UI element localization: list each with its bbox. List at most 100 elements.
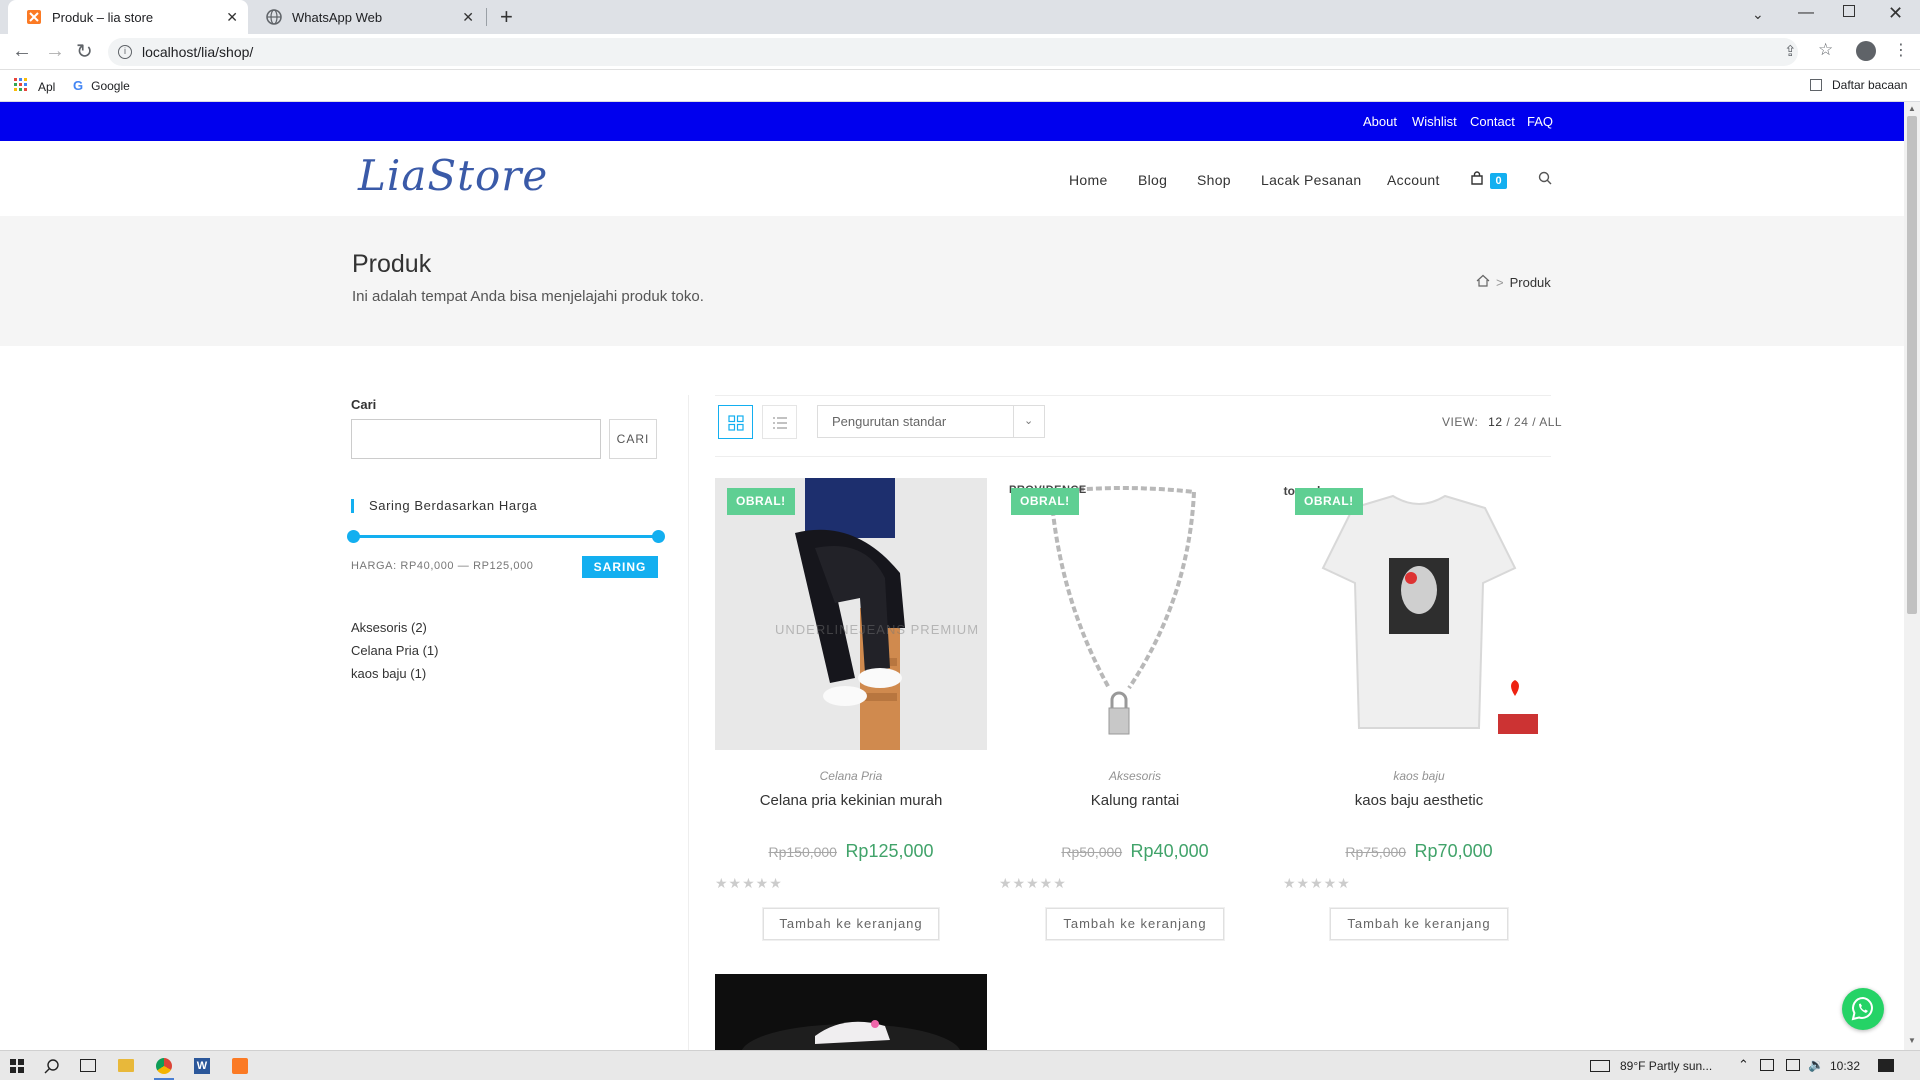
nav-blog[interactable]: Blog [1138, 172, 1167, 188]
scrollbar-thumb[interactable] [1907, 116, 1917, 614]
add-to-cart-button[interactable]: Tambah ke keranjang [763, 908, 939, 940]
site-header: LiaStore Home Blog Shop Lacak Pesanan Ac… [0, 141, 1904, 216]
product-name[interactable]: Kalung rantai [999, 792, 1271, 809]
tray-chevron-up-icon[interactable]: ⌃ [1738, 1057, 1749, 1073]
profile-avatar-icon[interactable] [1856, 41, 1876, 61]
home-icon[interactable] [1476, 274, 1490, 290]
price-slider-min-handle[interactable] [347, 530, 360, 543]
nav-home[interactable]: Home [1069, 172, 1108, 188]
category-item-kaos-baju[interactable]: kaos baju (1) [351, 666, 426, 681]
address-bar[interactable]: i localhost/lia/shop/ [108, 38, 1798, 66]
task-view-icon[interactable] [80, 1059, 96, 1072]
view-option-all[interactable]: ALL [1539, 415, 1562, 429]
product-image-sepatu[interactable] [715, 974, 987, 1050]
windows-taskbar: W 89°F Partly sun... ⌃ 🔉 10:32 [0, 1050, 1920, 1080]
price-slider-track [353, 535, 659, 538]
display-icon[interactable] [1786, 1059, 1800, 1071]
product-image-celana[interactable]: UNDERLINEJEANS PREMIUM OBRAL! [715, 478, 987, 750]
top-link-faq[interactable]: FAQ [1527, 114, 1553, 129]
category-name: Celana Pria [351, 643, 419, 658]
word-icon[interactable]: W [194, 1058, 210, 1074]
nav-lacak-pesanan[interactable]: Lacak Pesanan [1261, 172, 1361, 188]
tab-title: Produk – lia store [52, 9, 154, 25]
cart-count-badge: 0 [1490, 173, 1507, 189]
clock-time[interactable]: 10:32 [1830, 1059, 1860, 1073]
web-page: About Wishlist Contact FAQ LiaStore Home… [0, 102, 1904, 1050]
bookmark-apps[interactable]: Apl [14, 78, 55, 95]
menu-dots-icon[interactable]: ⋮ [1893, 40, 1909, 60]
top-link-about[interactable]: About [1363, 114, 1397, 129]
scroll-down-icon[interactable]: ▼ [1908, 1036, 1916, 1045]
xampp-icon[interactable] [232, 1058, 248, 1074]
restore-icon[interactable] [1843, 5, 1855, 17]
search-icon[interactable] [44, 1058, 60, 1077]
nav-shop[interactable]: Shop [1197, 172, 1231, 188]
search-button[interactable]: CARI [609, 419, 657, 459]
minimize-icon[interactable]: — [1798, 4, 1814, 22]
grid-view-button[interactable] [718, 405, 753, 439]
whatsapp-chat-button[interactable] [1842, 988, 1884, 1030]
product-name[interactable]: kaos baju aesthetic [1283, 792, 1555, 809]
tab-search-chevron-icon[interactable]: ⌄ [1752, 6, 1764, 23]
category-name: kaos baju [351, 666, 407, 681]
product-image-kalung[interactable]: PROVIDENCE OBRAL! [999, 478, 1271, 750]
price-slider-max-handle[interactable] [652, 530, 665, 543]
sidebar-search-input[interactable] [351, 419, 601, 459]
file-explorer-icon[interactable] [118, 1059, 134, 1072]
close-tab-icon[interactable]: ✕ [462, 9, 474, 26]
back-icon[interactable]: ← [12, 40, 32, 63]
shopping-bag-icon [1470, 171, 1484, 189]
notification-icon[interactable] [1878, 1059, 1894, 1072]
info-icon[interactable]: i [118, 45, 132, 59]
network-icon[interactable] [1760, 1059, 1774, 1071]
forward-icon[interactable]: → [45, 40, 65, 63]
cart-button[interactable]: 0 [1470, 171, 1507, 190]
search-icon[interactable] [1538, 171, 1552, 190]
filter-button[interactable]: SARING [582, 556, 658, 578]
chrome-icon[interactable] [156, 1058, 172, 1074]
windows-start-icon[interactable] [10, 1059, 24, 1076]
old-price: Rp150,000 [768, 844, 837, 860]
close-tab-icon[interactable]: ✕ [226, 9, 238, 26]
reading-list[interactable]: Daftar bacaan [1810, 78, 1907, 92]
grid-icon [728, 415, 744, 436]
top-link-wishlist[interactable]: Wishlist [1412, 114, 1457, 129]
volume-icon[interactable]: 🔉 [1808, 1057, 1824, 1073]
product-category[interactable]: Aksesoris [999, 769, 1271, 783]
product-category[interactable]: kaos baju [1283, 769, 1555, 783]
view-option-12[interactable]: 12 [1488, 415, 1502, 429]
product-image-kaos[interactable]: storeed OBRAL! [1283, 478, 1555, 750]
weather-widget-icon[interactable] [1590, 1060, 1610, 1072]
bookmark-google[interactable]: G Google [73, 78, 130, 93]
breadcrumb-current: Produk [1509, 274, 1551, 290]
bookmark-star-icon[interactable]: ☆ [1818, 40, 1833, 60]
tab-produk[interactable]: Produk – lia store ✕ [8, 0, 248, 34]
share-icon[interactable]: ⇪ [1784, 42, 1797, 60]
list-icon [772, 416, 788, 435]
tab-whatsapp[interactable]: WhatsApp Web ✕ [248, 0, 484, 34]
reload-icon[interactable]: ↻ [76, 39, 93, 64]
reading-list-icon [1810, 79, 1822, 91]
toolbar-top-border [715, 395, 1551, 396]
tab-title: WhatsApp Web [292, 9, 383, 25]
category-item-aksesoris[interactable]: Aksesoris (2) [351, 620, 427, 635]
list-view-button[interactable] [762, 405, 797, 439]
top-link-contact[interactable]: Contact [1470, 114, 1515, 129]
nav-account[interactable]: Account [1387, 172, 1440, 188]
scroll-up-icon[interactable]: ▲ [1908, 104, 1916, 113]
product-category[interactable]: Celana Pria [715, 769, 987, 783]
view-option-24[interactable]: 24 [1514, 415, 1528, 429]
add-to-cart-button[interactable]: Tambah ke keranjang [1330, 908, 1508, 940]
category-item-celana-pria[interactable]: Celana Pria (1) [351, 643, 438, 658]
product-price: Rp50,000 Rp40,000 [999, 841, 1271, 862]
page-scrollbar[interactable]: ▲ ▼ [1904, 102, 1920, 1050]
site-logo[interactable]: LiaStore [358, 151, 548, 200]
star-rating: ★★★★★ [999, 875, 1067, 891]
whatsapp-icon [1851, 996, 1875, 1027]
sort-select[interactable]: Pengurutan standar ⌄ [817, 405, 1045, 438]
new-tab-icon[interactable]: + [500, 4, 513, 30]
product-name[interactable]: Celana pria kekinian murah [715, 792, 987, 809]
weather-text[interactable]: 89°F Partly sun... [1620, 1059, 1712, 1073]
add-to-cart-button[interactable]: Tambah ke keranjang [1046, 908, 1224, 940]
close-window-icon[interactable]: ✕ [1888, 3, 1903, 24]
